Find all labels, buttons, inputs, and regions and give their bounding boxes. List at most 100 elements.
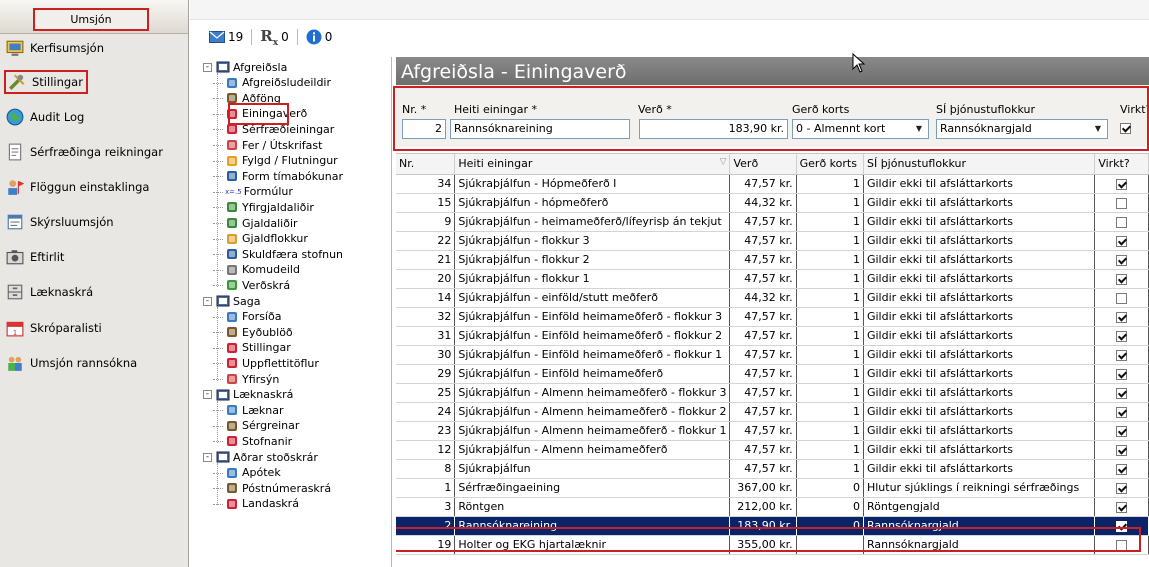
nav-item-0[interactable]: Kerfisumsjón	[6, 37, 184, 59]
folder-icon	[216, 294, 230, 308]
virkt-row-checkbox[interactable]	[1116, 330, 1128, 342]
tree-item[interactable]: Afgreiðsludeildir	[213, 75, 331, 91]
tree-item[interactable]: Gjaldaliðir	[213, 215, 298, 231]
price-table: Nr. Heiti einingar ▽ Verð Gerð korts SÍ þjónu…	[396, 154, 1149, 555]
page-title: Afgreiðsla - Einingaverð	[396, 57, 1149, 87]
table-row[interactable]: 30 Sjúkraþjálfun - Einföld heimameðferð -…	[396, 345, 1149, 365]
table-row[interactable]: 1 Sérfræðingaeining 367,00 kr. 0 Hlutur sjúk…	[396, 478, 1149, 498]
tree-item[interactable]: Apótek	[213, 465, 281, 481]
tree-leaf-icon	[225, 481, 239, 495]
table-row[interactable]: 3 Röntgen 212,00 kr. 0 Röntgengjald	[396, 497, 1149, 517]
nav-item-7[interactable]: Læknaskrá	[6, 281, 184, 303]
table-row[interactable]: 15 Sjúkraþjálfun - hópmeðferð 44,32 kr. 1 Gi…	[396, 193, 1149, 213]
nav-item-4[interactable]: Flöggun einstaklinga	[6, 176, 184, 198]
nav-item-9[interactable]: Umsjón rannsókna	[6, 352, 184, 374]
tree-item[interactable]: Stofnanir	[213, 433, 292, 449]
nav-item-1[interactable]: Stillingar	[4, 70, 88, 94]
institution-icon	[225, 247, 239, 261]
table-row[interactable]: 20 Sjúkraþjálfun - flokkur 1 47,57 kr. 1 Gil…	[396, 269, 1149, 289]
tree-item[interactable]: Læknar	[213, 402, 284, 418]
tree-item[interactable]: Forsíða	[213, 309, 281, 325]
tree-item[interactable]: Skuldfæra stofnun	[213, 246, 343, 262]
table-row[interactable]: 12 Sjúkraþjálfun - Almenn heimameðferð 47,…	[396, 440, 1149, 460]
virkt-row-checkbox[interactable]	[1116, 273, 1128, 285]
column-header-4[interactable]: SÍ þjónustuflokkur	[863, 154, 1096, 175]
column-header-1[interactable]: Heiti einingar ▽	[454, 154, 731, 175]
virkt-row-checkbox[interactable]	[1116, 482, 1128, 494]
table-row[interactable]: 32 Sjúkraþjálfun - Einföld heimameðferð -…	[396, 307, 1149, 327]
nav-item-5[interactable]: Skýrsluumsjón	[6, 211, 184, 233]
tree-item[interactable]: Verðskrá	[213, 277, 290, 293]
collapse-icon[interactable]: -	[203, 452, 212, 462]
virkt-row-checkbox[interactable]	[1116, 216, 1128, 228]
tree-item[interactable]: Fylgd / Flutningur	[213, 153, 338, 169]
tree-item[interactable]: Stillingar	[213, 340, 291, 356]
tree-group-3[interactable]: - Aðrar stoðskrár	[203, 449, 318, 465]
collapse-icon[interactable]: -	[203, 62, 212, 72]
cell-virkt	[1094, 288, 1149, 308]
table-row[interactable]: 25 Sjúkraþjálfun - Almenn heimameðferð - …	[396, 383, 1149, 403]
column-header-5[interactable]: Virkt?	[1094, 154, 1149, 175]
tree-item[interactable]: Sérfræðieiningar	[213, 121, 334, 137]
tree-item-label: Póstnúmeraskrá	[242, 481, 332, 495]
virkt-row-checkbox[interactable]	[1116, 178, 1128, 190]
table-row[interactable]: 9 Sjúkraþjálfun - heimameðferð/lífeyrisþ …	[396, 212, 1149, 232]
nav-item-2[interactable]: Audit Log	[6, 106, 184, 128]
virkt-row-checkbox[interactable]	[1116, 349, 1128, 361]
table-row[interactable]: 29 Sjúkraþjálfun - Einföld heimameðferð 47…	[396, 364, 1149, 384]
nav-item-label: Stillingar	[32, 75, 83, 89]
table-row[interactable]: 22 Sjúkraþjálfun - flokkur 3 47,57 kr. 1 Gil…	[396, 231, 1149, 251]
info-button[interactable]: 0	[306, 29, 332, 45]
table-row[interactable]: 23 Sjúkraþjálfun - Almenn heimameðferð - …	[396, 421, 1149, 441]
table-row[interactable]: 34 Sjúkraþjálfun - Hópmeðferð I 47,57 kr. 1…	[396, 174, 1149, 194]
collapse-icon[interactable]: -	[203, 390, 212, 400]
table-row[interactable]: 8 Sjúkraþjálfun 47,57 kr. 1 Gildir ekki til …	[396, 459, 1149, 479]
cell-si: Gildir ekki til afsláttarkorts	[863, 307, 1096, 327]
nav-title[interactable]: Umsjón	[33, 8, 149, 31]
virkt-row-checkbox[interactable]	[1116, 406, 1128, 418]
column-header-3[interactable]: Gerð korts	[796, 154, 864, 175]
virkt-row-checkbox[interactable]	[1116, 254, 1128, 266]
virkt-row-checkbox[interactable]	[1116, 501, 1128, 513]
tree-item[interactable]: x=.5 Formúlur	[213, 184, 293, 200]
nav-item-6[interactable]: Eftirlit	[6, 246, 184, 268]
tree-item[interactable]: Komudeild	[213, 262, 300, 278]
prescription-icon: Rx	[260, 27, 278, 48]
virkt-row-checkbox[interactable]	[1116, 197, 1128, 209]
table-row[interactable]: 31 Sjúkraþjálfun - Einföld heimameðferð -…	[396, 326, 1149, 346]
virkt-row-checkbox[interactable]	[1116, 311, 1128, 323]
tree-group-0[interactable]: - Afgreiðsla	[203, 59, 287, 75]
tree-item-label: Uppflettitöflur	[242, 356, 319, 370]
tree-connector	[213, 316, 223, 318]
prescription-button[interactable]: Rx 0	[260, 27, 288, 48]
nav-item-8[interactable]: 1 Skróparalisti	[6, 317, 184, 339]
tree-item[interactable]: Póstnúmeraskrá	[213, 480, 332, 496]
nav-item-3[interactable]: Sérfræðinga reikningar	[6, 141, 184, 163]
virkt-row-checkbox[interactable]	[1116, 444, 1128, 456]
table-row[interactable]: 24 Sjúkraþjálfun - Almenn heimameðferð - …	[396, 402, 1149, 422]
collapse-icon[interactable]: -	[203, 296, 212, 306]
virkt-row-checkbox[interactable]	[1116, 425, 1128, 437]
tree-item[interactable]: Yfirgjaldaliðir	[213, 199, 314, 215]
mail-button[interactable]: 19	[209, 30, 243, 44]
tree-item[interactable]: Uppflettitöflur	[213, 355, 319, 371]
column-header-0[interactable]: Nr.	[396, 154, 456, 175]
table-row[interactable]: 21 Sjúkraþjálfun - flokkur 2 47,57 kr. 1 Gil…	[396, 250, 1149, 270]
tree-item[interactable]: Sérgreinar	[213, 418, 299, 434]
virkt-row-checkbox[interactable]	[1116, 235, 1128, 247]
tree-leaf-icon	[225, 310, 239, 324]
tree-group-1[interactable]: - Saga	[203, 293, 260, 309]
virkt-row-checkbox[interactable]	[1116, 368, 1128, 380]
tree-item[interactable]: Fer / Útskrifast	[213, 137, 322, 153]
column-header-2[interactable]: Verð	[729, 154, 797, 175]
tree-connector	[213, 82, 223, 84]
virkt-row-checkbox[interactable]	[1116, 387, 1128, 399]
virkt-row-checkbox[interactable]	[1116, 463, 1128, 475]
table-row[interactable]: 14 Sjúkraþjálfun - einföld/stutt meðferð 4…	[396, 288, 1149, 308]
tree-item[interactable]: Landaskrá	[213, 496, 299, 512]
tree-item[interactable]: Yfirsýn	[213, 371, 279, 387]
virkt-row-checkbox[interactable]	[1116, 292, 1128, 304]
tree-item[interactable]: Eyðublöð	[213, 324, 293, 340]
tree-item[interactable]: Gjaldflokkur	[213, 231, 308, 247]
tree-item[interactable]: Form tímabókunar	[213, 168, 343, 184]
